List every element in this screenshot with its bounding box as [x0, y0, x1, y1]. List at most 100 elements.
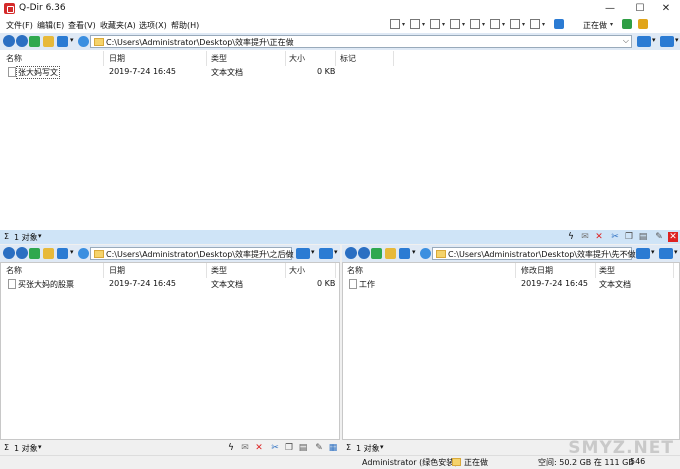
menu-file[interactable]: 文件(F)	[6, 20, 33, 31]
copy-icon[interactable]: ❐	[624, 232, 634, 242]
col-type[interactable]: 类型	[211, 53, 227, 64]
layout-2-icon[interactable]	[410, 19, 420, 29]
edit-icon[interactable]: ✎	[314, 443, 324, 453]
refresh-icon[interactable]	[78, 248, 89, 259]
paste-icon[interactable]: ▤	[638, 232, 648, 242]
layout-3-dropdown[interactable]: ▾	[442, 21, 445, 28]
layout-3-icon[interactable]	[430, 19, 440, 29]
cut-icon[interactable]: ✂	[610, 232, 620, 242]
forward-icon[interactable]	[16, 35, 28, 47]
pane-view-dropdown[interactable]: ▾	[652, 36, 656, 44]
col-name[interactable]: 名称	[347, 265, 363, 276]
view-mode-dropdown[interactable]: ▾	[412, 248, 416, 256]
pane-columns-icon[interactable]	[660, 36, 674, 47]
menu-options[interactable]: 选项(X)	[139, 20, 167, 31]
close-button[interactable]: ✕	[656, 2, 676, 15]
table-row[interactable]: 买张大妈的股票 2019-7-24 16:45 文本文档 0 KB	[1, 278, 341, 290]
quick-view-label[interactable]: 正在做	[583, 20, 607, 31]
forward-icon[interactable]	[358, 247, 370, 259]
layout-5-dropdown[interactable]: ▾	[482, 21, 485, 28]
refresh-icon[interactable]	[78, 36, 89, 47]
pane-view-icon[interactable]	[636, 248, 650, 259]
layout-7-dropdown[interactable]: ▾	[522, 21, 525, 28]
minimize-button[interactable]: —	[600, 2, 620, 15]
mail-icon[interactable]: ✉	[240, 443, 250, 453]
layout-4-dropdown[interactable]: ▾	[462, 21, 465, 28]
col-type[interactable]: 类型	[599, 265, 615, 276]
lightning-icon[interactable]: ϟ	[566, 232, 576, 242]
new-folder-icon[interactable]	[43, 36, 54, 47]
view-mode-dropdown[interactable]: ▾	[70, 36, 74, 44]
refresh-layout-icon[interactable]	[622, 19, 632, 29]
col-size[interactable]: 大小	[289, 53, 305, 64]
col-size[interactable]: 大小	[289, 265, 305, 276]
right-file-pane[interactable]: 名称 修改日期 类型 工作 2019-7-24 16:45 文本文档	[342, 262, 680, 440]
paste-icon[interactable]: ▤	[298, 443, 308, 453]
layout-1-dropdown[interactable]: ▾	[402, 21, 405, 28]
col-tag[interactable]: 标记	[340, 53, 356, 64]
delete-icon[interactable]: ✕	[594, 232, 604, 242]
left-file-pane[interactable]: 名称 日期 类型 大小 买张大妈的股票 2019-7-24 16:45 文本文档…	[0, 262, 340, 440]
pane-columns-icon[interactable]	[659, 248, 673, 259]
up-folder-icon[interactable]	[371, 248, 382, 259]
up-folder-icon[interactable]	[29, 36, 40, 47]
maximize-button[interactable]: ☐	[630, 2, 650, 15]
view-mode-icon[interactable]	[57, 248, 68, 259]
sum-icon[interactable]: Σ	[4, 443, 9, 452]
file-name[interactable]: 张大妈写文	[16, 66, 60, 79]
menu-view[interactable]: 查看(V)	[68, 20, 96, 31]
col-name[interactable]: 名称	[6, 265, 22, 276]
col-date[interactable]: 日期	[109, 53, 125, 64]
back-icon[interactable]	[3, 35, 15, 47]
pane-columns-dropdown[interactable]: ▾	[674, 248, 678, 256]
back-icon[interactable]	[345, 247, 357, 259]
layout-5-icon[interactable]	[470, 19, 480, 29]
properties-icon[interactable]: ▦	[328, 443, 338, 453]
file-name[interactable]: 工作	[359, 279, 375, 290]
pane-view-dropdown[interactable]: ▾	[311, 248, 315, 256]
address-dropdown-icon[interactable]: ⌵	[623, 248, 629, 258]
back-icon[interactable]	[3, 247, 15, 259]
col-type[interactable]: 类型	[211, 265, 227, 276]
layout-6-icon[interactable]	[490, 19, 500, 29]
up-folder-icon[interactable]	[29, 248, 40, 259]
pane-view-icon[interactable]	[637, 36, 651, 47]
layout-1-icon[interactable]	[390, 19, 400, 29]
refresh-icon[interactable]	[420, 248, 431, 259]
forward-icon[interactable]	[16, 247, 28, 259]
favorites-icon[interactable]	[554, 19, 564, 29]
cut-icon[interactable]: ✂	[270, 443, 280, 453]
pane-view-icon[interactable]	[296, 248, 310, 259]
file-name[interactable]: 买张大妈的股票	[18, 279, 74, 290]
address-dropdown-icon[interactable]: ⌵	[283, 248, 289, 258]
view-mode-dropdown[interactable]: ▾	[70, 248, 74, 256]
table-row[interactable]: 张大妈写文 2019-7-24 16:45 文本文档 0 KB	[1, 66, 680, 79]
delete-icon[interactable]: ✕	[254, 443, 264, 453]
col-date[interactable]: 日期	[109, 265, 125, 276]
layout-2-dropdown[interactable]: ▾	[422, 21, 425, 28]
layout-4-icon[interactable]	[450, 19, 460, 29]
col-modified[interactable]: 修改日期	[521, 265, 553, 276]
left-address-bar[interactable]: C:\Users\Administrator\Desktop\效率提升\之后做 …	[90, 247, 294, 260]
col-name[interactable]: 名称	[6, 53, 22, 64]
menu-favorites[interactable]: 收藏夹(A)	[100, 20, 136, 31]
layout-8-icon[interactable]	[530, 19, 540, 29]
pin-icon[interactable]	[638, 19, 648, 29]
sum-icon[interactable]: Σ	[346, 443, 351, 452]
quick-view-dropdown[interactable]: ▾	[610, 21, 613, 28]
right-address-bar[interactable]: C:\Users\Administrator\Desktop\效率提升\先不做 …	[432, 247, 636, 260]
layout-8-dropdown[interactable]: ▾	[542, 21, 545, 28]
top-address-bar[interactable]: C:\Users\Administrator\Desktop\效率提升\正在做 …	[90, 35, 632, 48]
table-row[interactable]: 工作 2019-7-24 16:45 文本文档	[343, 278, 680, 290]
edit-icon[interactable]: ✎	[654, 232, 664, 242]
new-folder-icon[interactable]	[43, 248, 54, 259]
layout-7-icon[interactable]	[510, 19, 520, 29]
lightning-icon[interactable]: ϟ	[226, 443, 236, 453]
new-folder-icon[interactable]	[385, 248, 396, 259]
pane-view-dropdown[interactable]: ▾	[651, 248, 655, 256]
mail-icon[interactable]: ✉	[580, 232, 590, 242]
sum-icon[interactable]: Σ	[4, 232, 9, 241]
status-dropdown[interactable]: ▾	[380, 443, 384, 451]
status-dropdown[interactable]: ▾	[38, 443, 42, 451]
view-mode-icon[interactable]	[57, 36, 68, 47]
